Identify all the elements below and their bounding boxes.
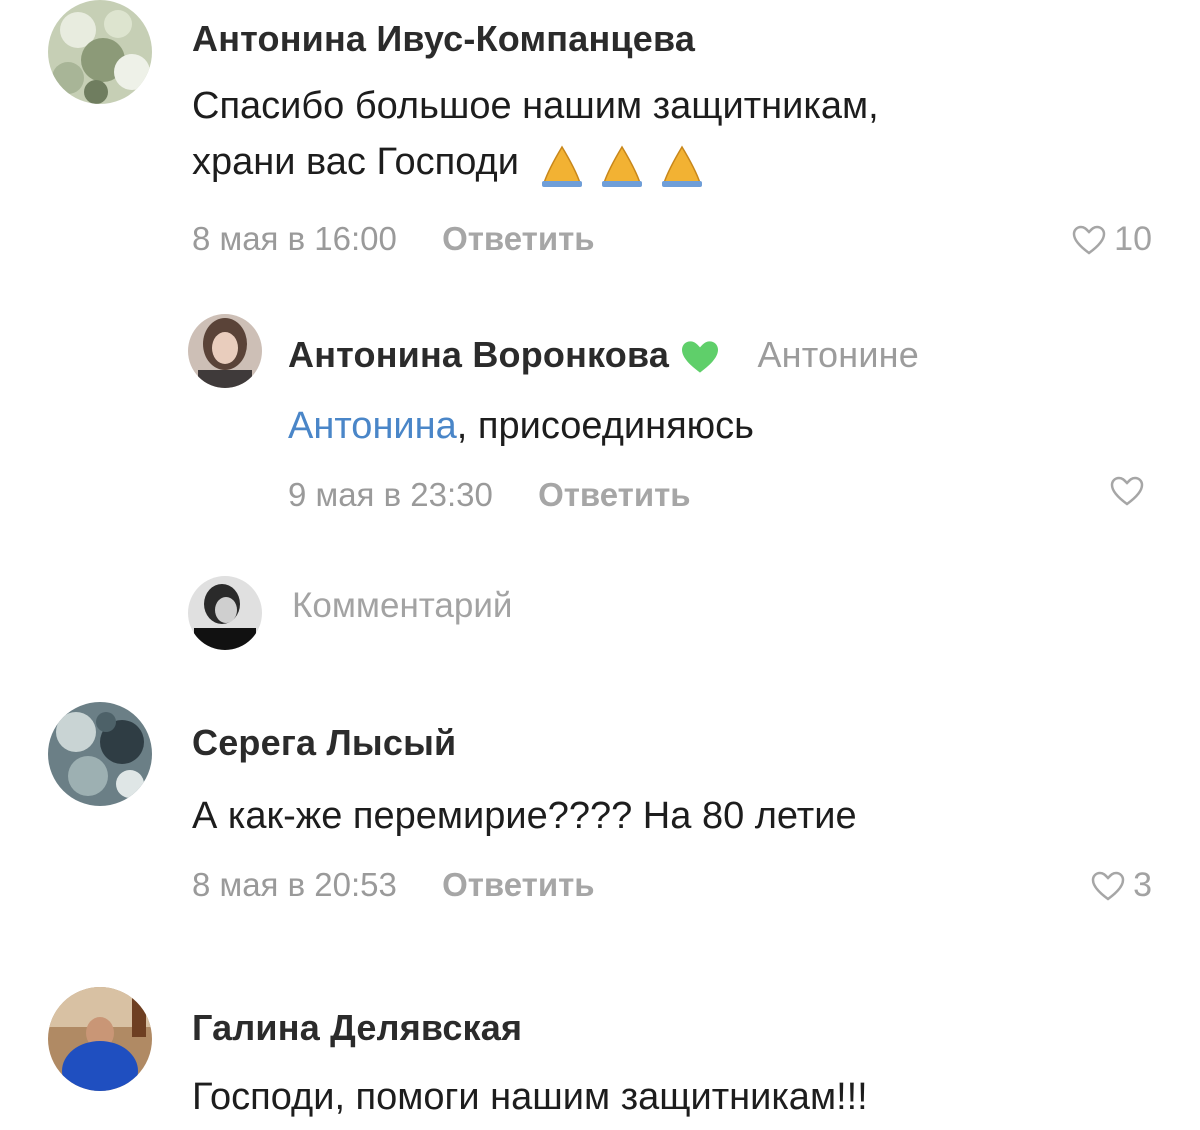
comment-meta: 8 мая в 16:00 Ответить xyxy=(192,220,595,258)
like-count: 10 xyxy=(1114,220,1152,258)
like-button[interactable] xyxy=(1110,476,1152,506)
reply-button[interactable]: Ответить xyxy=(442,866,595,903)
like-count: 3 xyxy=(1133,866,1152,904)
reply-button[interactable]: Ответить xyxy=(538,476,691,513)
comment-text: Антонина, присоединяюсь xyxy=(288,398,754,454)
comment-input[interactable] xyxy=(292,586,992,626)
comment-text-line: храни вас Господи xyxy=(192,141,519,183)
reply-button[interactable]: Ответить xyxy=(442,220,595,257)
green-heart-icon xyxy=(682,341,719,374)
comment-text-line: Спасибо большое нашим защитникам, xyxy=(192,85,879,127)
avatar[interactable] xyxy=(48,702,152,806)
reply-comment-item: Антонина Воронкова Антонине Антонина, пр… xyxy=(0,300,1200,540)
comment-author[interactable]: Серега Лысый xyxy=(192,722,456,764)
heart-icon xyxy=(1110,476,1144,506)
like-button[interactable]: 3 xyxy=(1091,866,1152,905)
avatar[interactable] xyxy=(48,0,152,104)
comment-input-row xyxy=(0,568,1200,658)
avatar[interactable] xyxy=(188,314,262,388)
comment-text: Спасибо большое нашим защитникам, храни … xyxy=(192,78,879,192)
heart-icon xyxy=(1072,225,1106,255)
like-button[interactable]: 10 xyxy=(1072,220,1152,259)
comment-author-line: Антонина Воронкова Антонине xyxy=(288,334,919,376)
comment-author[interactable]: Галина Делявская xyxy=(192,1007,522,1049)
comment-text-body: , присоединяюсь xyxy=(456,405,754,447)
comment-item: Серега Лысый А как-же перемирие???? На 8… xyxy=(0,700,1200,940)
comment-date: 9 мая в 23:30 xyxy=(288,476,493,513)
comment-text: А как-же перемирие???? На 80 летие xyxy=(192,795,857,837)
comment-text: Господи, помоги нашим защитникам!!! xyxy=(192,1076,868,1118)
reply-addressee[interactable]: Антонине xyxy=(757,334,919,375)
avatar[interactable] xyxy=(48,987,152,1091)
current-user-avatar xyxy=(188,576,262,650)
comment-meta: 9 мая в 23:30 Ответить xyxy=(288,476,691,514)
praying-hands-icon xyxy=(540,136,730,192)
comment-item: Антонина Ивус-Компанцева Спасибо большое… xyxy=(0,0,1200,270)
comment-date: 8 мая в 16:00 xyxy=(192,220,397,257)
comment-item: Галина Делявская Господи, помоги нашим з… xyxy=(0,985,1200,1130)
comment-author[interactable]: Антонина Воронкова xyxy=(288,334,669,375)
mention-link[interactable]: Антонина xyxy=(288,405,457,447)
comment-date: 8 мая в 20:53 xyxy=(192,866,397,903)
comment-author[interactable]: Антонина Ивус-Компанцева xyxy=(192,18,695,60)
comment-meta: 8 мая в 20:53 Ответить xyxy=(192,866,595,904)
heart-icon xyxy=(1091,871,1125,901)
